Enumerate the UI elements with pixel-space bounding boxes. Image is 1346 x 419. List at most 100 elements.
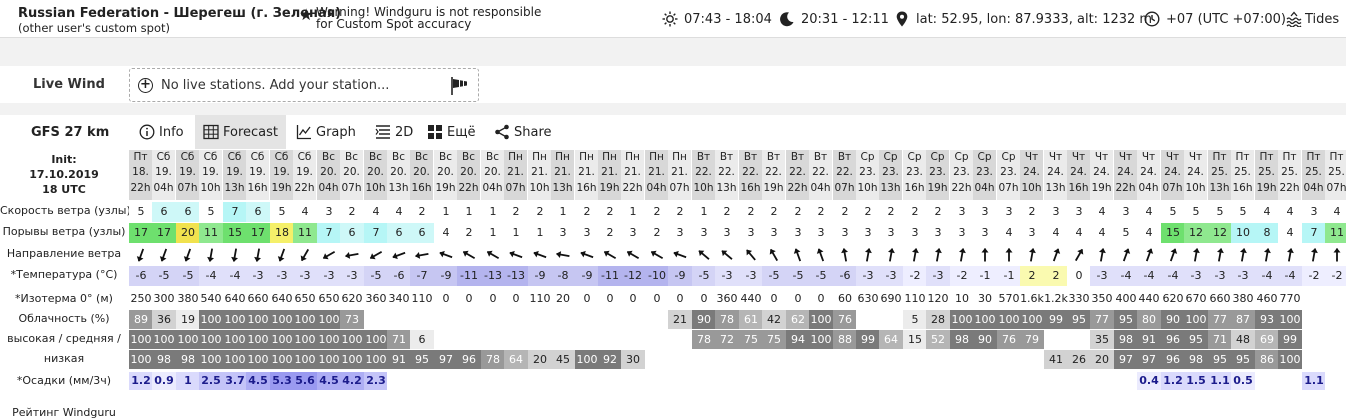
precip-cell: [1114, 372, 1138, 390]
cloud_high-cell: 100: [129, 330, 153, 349]
isotherm-cell: 660: [1209, 292, 1231, 305]
wind-direction-arrow-icon: [434, 245, 458, 265]
cloud_total-cell: 76: [833, 310, 857, 329]
top-bar: Russian Federation - Шерегеш (г. Зеленая…: [0, 0, 1346, 38]
header-hour: 16h: [1232, 181, 1253, 194]
tides-link[interactable]: Tides: [1286, 11, 1339, 27]
tab-graph[interactable]: Graph: [288, 115, 364, 149]
wind-cell: 2: [903, 202, 927, 222]
wind-cell: 2: [856, 202, 880, 222]
header-day: Сб: [297, 151, 312, 163]
cloud_high-cell: [1044, 330, 1068, 349]
header-date: 23.: [1000, 166, 1017, 179]
isotherm-cell: [1302, 290, 1326, 308]
header-day: Сб: [274, 151, 289, 163]
cloud_high-cell: 88: [833, 330, 857, 349]
sun-times-text: 07:43 - 18:04: [684, 11, 772, 27]
header-day: Пн: [508, 151, 523, 163]
header-date: 25.: [1305, 166, 1322, 179]
isotherm-cell: 300: [153, 292, 175, 305]
precip-cell: [739, 372, 763, 390]
precip-cell: 0.9: [152, 372, 176, 390]
forecast-column-header: Пт 25. 22h: [1278, 150, 1301, 200]
wind-cell: 3: [950, 202, 974, 222]
temp-cell: -3: [1090, 266, 1114, 286]
cloud_high-cell: [598, 330, 622, 349]
cloud_high-cell: 100: [293, 330, 317, 349]
header-hour: 07h: [1162, 181, 1183, 194]
cloud_low-cell: 78: [481, 350, 505, 369]
cloud_low-cell: [1325, 350, 1346, 369]
tab-info[interactable]: Info: [131, 115, 192, 149]
forecast-column-header: Чт 24. 07h: [1161, 150, 1184, 200]
live-wind-box[interactable]: + No live stations. Add your station...: [129, 68, 479, 102]
precip-cell: [762, 372, 786, 390]
forecast-column-header: Чт 24. 19h: [1090, 150, 1113, 200]
forecast-column-header: Ср 23. 13h: [879, 150, 902, 200]
header-hour: 22h: [1115, 181, 1136, 194]
wind-direction-arrow-icon: [1044, 245, 1068, 265]
precip-cell: [387, 372, 411, 390]
forecast-column-header: Вт 22. 04h: [809, 150, 832, 200]
star-icon[interactable]: ★: [299, 7, 313, 23]
precip-cell: [950, 372, 974, 390]
header-day: Вт: [766, 151, 781, 163]
header-hour: 04h: [810, 181, 831, 194]
gusts-cell: 3: [692, 223, 716, 243]
cloud_high-cell: 71: [1208, 330, 1232, 349]
row-label-cloud-total: Облачность (%): [18, 312, 110, 325]
gusts-cell: 4: [1137, 223, 1161, 243]
gusts-cell: 6: [340, 223, 364, 243]
precip-cell: 1.2: [129, 372, 153, 390]
tab-share[interactable]: Share: [486, 115, 560, 149]
temp-cell: -6: [129, 266, 153, 286]
header-day: Ср: [954, 151, 969, 163]
tab-2d[interactable]: 2D: [367, 115, 421, 149]
precip-cell: [551, 372, 575, 390]
forecast-column-header: Вс 20. 10h: [364, 150, 387, 200]
cloud_high-cell: [1302, 330, 1326, 349]
header-day: Ср: [907, 151, 922, 163]
cloud_low-cell: 26: [1067, 350, 1091, 369]
cloud_low-cell: [926, 350, 950, 369]
cloud_low-cell: [997, 350, 1021, 369]
header-hour: 10h: [1185, 181, 1206, 194]
forecast-column-header: Пн 21. 22h: [621, 150, 644, 200]
wind-direction-arrow-icon: [575, 245, 599, 265]
header-hour: 07h: [505, 181, 526, 194]
header-hour: 07h: [669, 181, 690, 194]
gusts-cell: 3: [575, 223, 599, 243]
isotherm-cell: 0: [442, 292, 450, 305]
isotherm-cell: 440: [740, 292, 762, 305]
header-hour: 07h: [177, 181, 198, 194]
precip-cell: [481, 372, 505, 390]
wind-cell: 2: [598, 202, 622, 222]
precip-cell: [1255, 372, 1279, 390]
gusts-cell: 3: [621, 223, 645, 243]
cloud_total-cell: 80: [1137, 310, 1161, 329]
header-day: Вс: [392, 151, 405, 163]
forecast-column-header: Сб 19. 04h: [152, 150, 175, 200]
header-date: 22.: [742, 166, 759, 179]
cloud_low-cell: [950, 350, 974, 369]
isotherm-cell: 360: [716, 292, 738, 305]
live-wind-text[interactable]: No live stations. Add your station...: [161, 78, 389, 93]
row-label-wind-gusts: Порывы ветра (узлы): [2, 225, 126, 238]
tab-forecast[interactable]: Forecast: [195, 115, 286, 149]
cloud_high-cell: 75: [762, 330, 786, 349]
tab-more[interactable]: Ещё: [419, 115, 483, 149]
wind-direction-arrow-icon: [1090, 245, 1114, 265]
header-day: Вт: [837, 151, 852, 163]
add-circle-icon[interactable]: +: [138, 78, 153, 93]
temp-cell: -9: [434, 266, 458, 286]
isotherm-cell: 250: [130, 292, 152, 305]
wind-cell: 6: [152, 202, 176, 222]
isotherm-cell: 640: [224, 292, 246, 305]
wind-cell: 2: [739, 202, 763, 222]
wind-direction-arrow-icon: [809, 245, 833, 265]
wind-direction-arrow-icon: [739, 245, 763, 265]
header-date: 22.: [836, 166, 853, 179]
precip-cell: [973, 372, 997, 390]
isotherm-cell: 440: [1138, 292, 1160, 305]
header-hour: 07h: [998, 181, 1019, 194]
